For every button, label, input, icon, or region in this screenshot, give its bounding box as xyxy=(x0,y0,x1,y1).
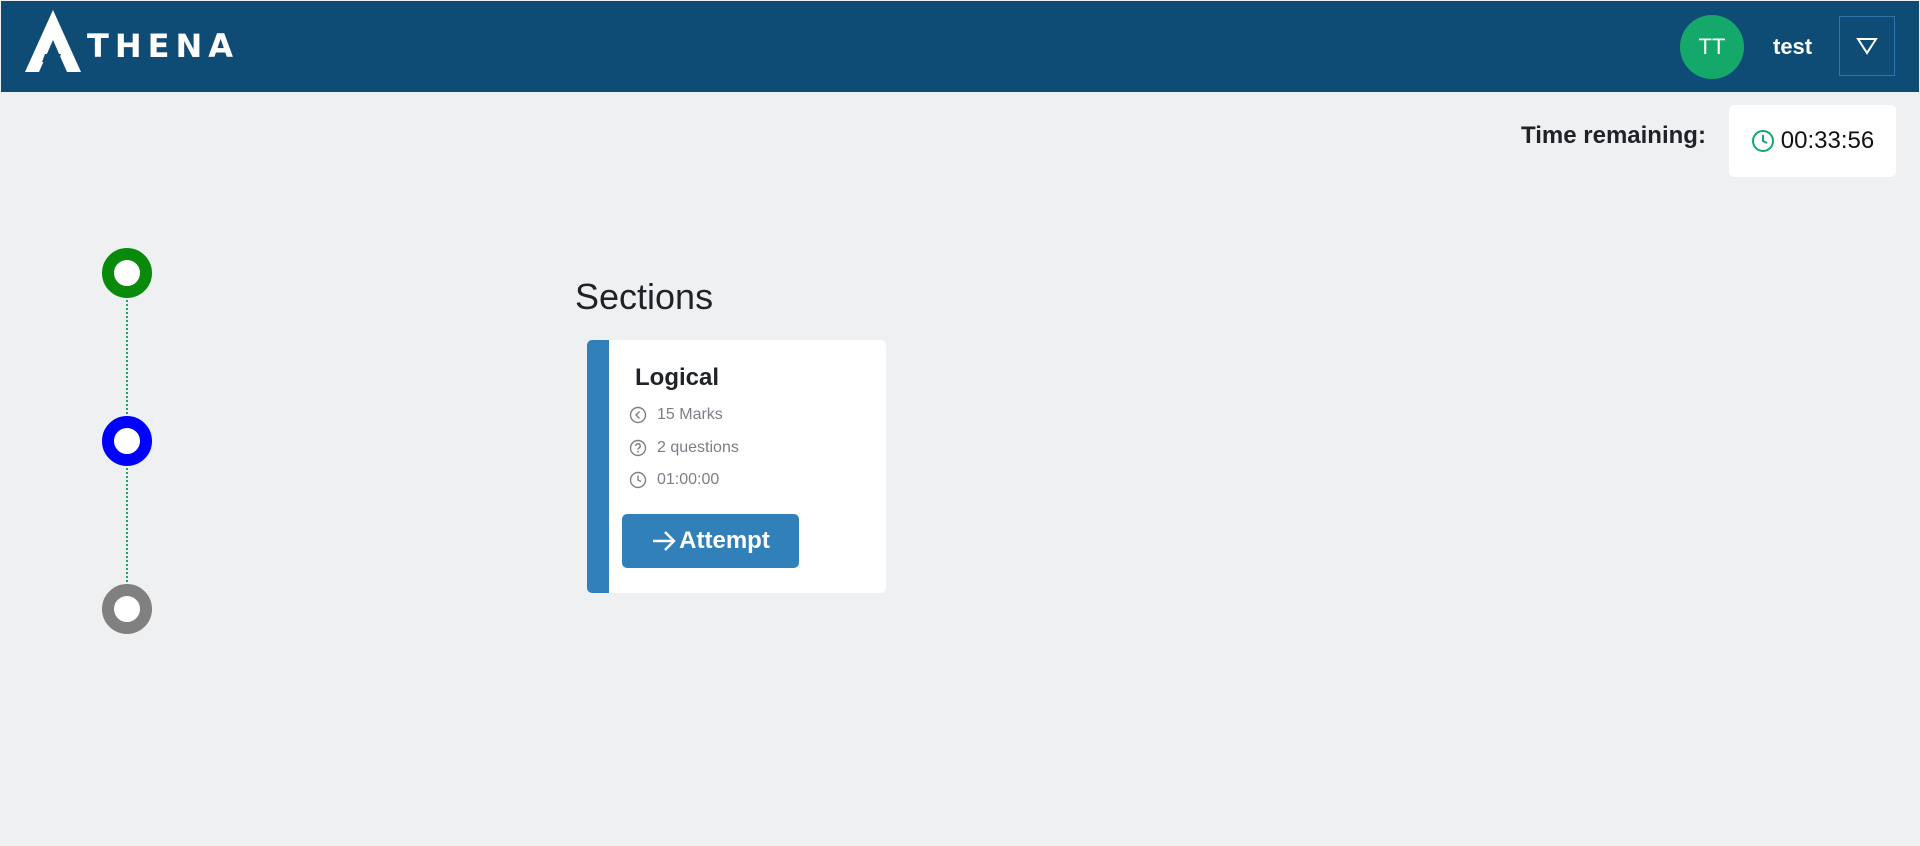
triangle-down-icon xyxy=(1856,38,1878,55)
step-pending xyxy=(102,584,152,634)
section-progress-stepper xyxy=(102,248,152,634)
sections-heading: Sections xyxy=(575,276,714,317)
clock-icon xyxy=(629,471,647,489)
marks-text: 15 Marks xyxy=(657,406,723,423)
top-navbar: THENA TT test xyxy=(1,1,1919,92)
chevron-left-circle-icon xyxy=(629,406,647,424)
timer-value: 00:33:56 xyxy=(1780,127,1875,154)
user-menu-dropdown-button[interactable] xyxy=(1839,16,1895,76)
duration-text: 01:00:00 xyxy=(657,471,720,488)
questions-text: 2 questions xyxy=(657,439,739,456)
question-circle-icon xyxy=(629,439,647,457)
attempt-label: Attempt xyxy=(679,527,770,554)
step-current xyxy=(102,416,152,466)
clock-icon xyxy=(1751,130,1774,152)
section-card: Logical 15 Marks 2 questions 01:00:00 At… xyxy=(587,340,886,593)
time-remaining-label: Time remaining: xyxy=(1521,122,1706,149)
user-avatar[interactable]: TT xyxy=(1680,15,1744,79)
avatar-initials: TT xyxy=(1698,34,1726,59)
athena-logo[interactable]: THENA xyxy=(25,10,233,74)
step-completed xyxy=(102,248,152,298)
athena-logo-mark-icon xyxy=(25,10,81,72)
username-label: test xyxy=(1773,34,1813,59)
section-questions: 2 questions xyxy=(629,439,739,457)
attempt-button[interactable]: Attempt xyxy=(622,514,799,568)
card-accent-bar xyxy=(587,340,609,593)
section-marks: 15 Marks xyxy=(629,406,723,424)
section-duration: 01:00:00 xyxy=(629,471,719,489)
arrow-right-icon xyxy=(653,531,676,551)
section-name: Logical xyxy=(635,364,720,391)
logo-text: THENA xyxy=(87,27,240,65)
timer-box: 00:33:56 xyxy=(1729,105,1896,177)
